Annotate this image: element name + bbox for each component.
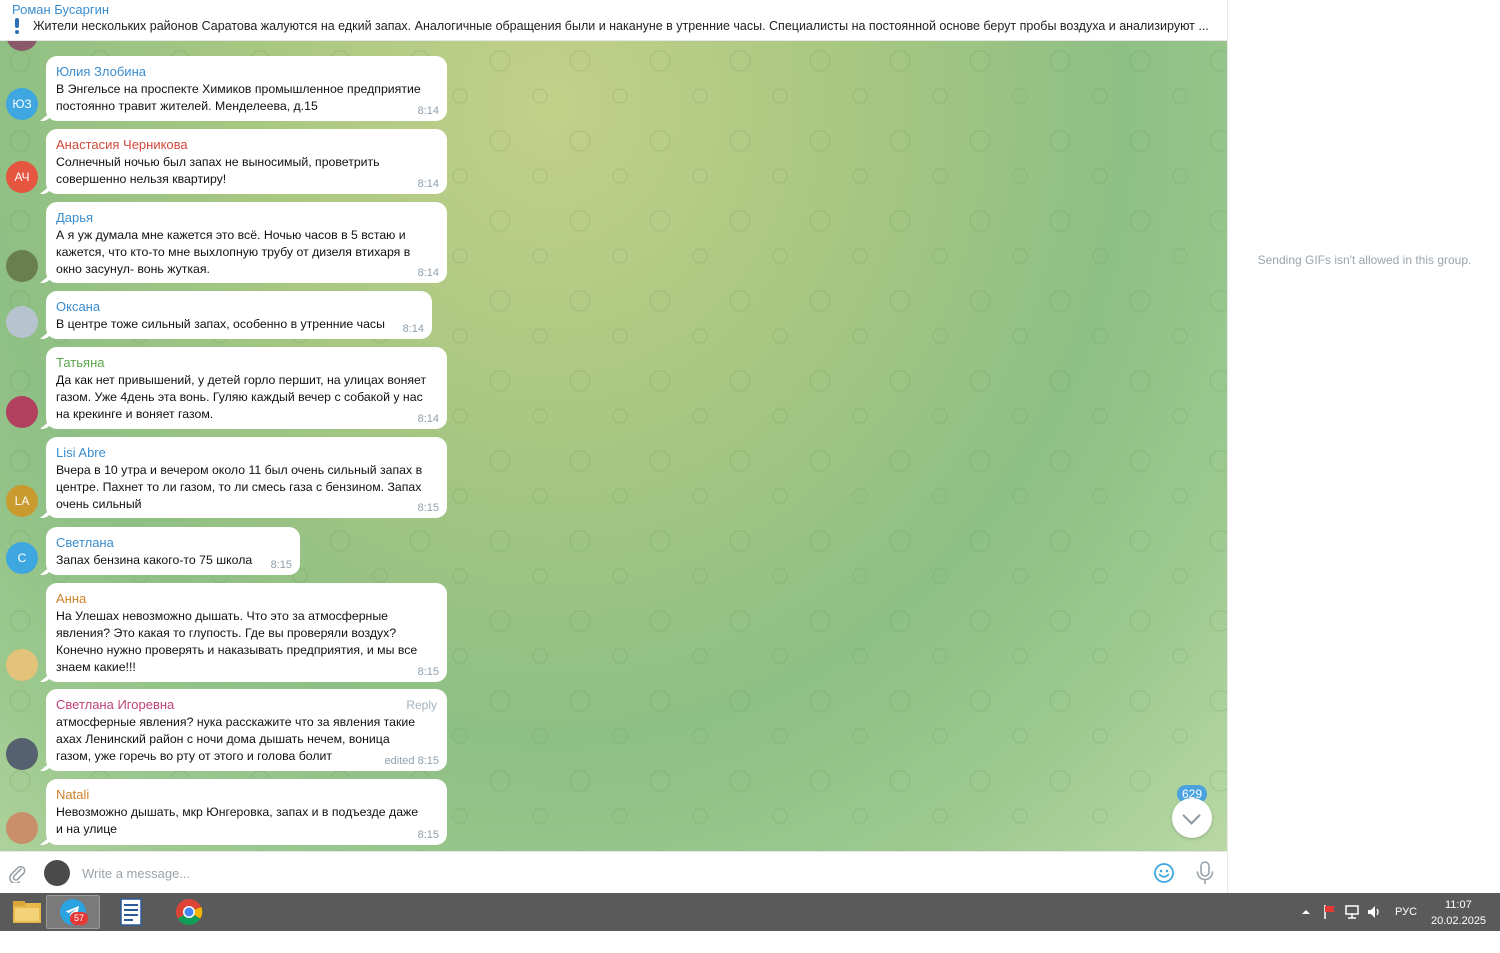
folder-icon bbox=[13, 901, 41, 923]
message-time: 8:14 bbox=[402, 323, 424, 335]
message-bubble[interactable]: Дарья А я уж думала мне кажется это всё. … bbox=[40, 202, 447, 283]
message-text-line: Запах бензина какого-то 75 школа bbox=[56, 553, 253, 567]
message-author[interactable]: Юлия Злобина bbox=[56, 64, 146, 79]
message-text-line: А я уж думала мне кажется это всё. Ночью… bbox=[56, 228, 406, 242]
message-time: edited 8:15 bbox=[384, 755, 439, 767]
windows-taskbar bbox=[0, 893, 1500, 931]
message-bubble[interactable]: Светлана Запах бензина какого-то 75 школа… bbox=[40, 527, 300, 575]
message-text-line: газом. Уже 4день эта вонь. Гуляю каждый … bbox=[56, 390, 423, 404]
message-author[interactable]: Татьяна bbox=[56, 355, 104, 370]
message-author[interactable]: Дарья bbox=[56, 210, 93, 225]
action-center-flag-icon[interactable] bbox=[1322, 904, 1338, 920]
send-as-avatar[interactable] bbox=[44, 860, 70, 886]
message-time: 8:15 bbox=[417, 666, 439, 678]
sender-avatar[interactable]: ЮЗ bbox=[6, 88, 38, 120]
keyboard-language[interactable]: РУС bbox=[1395, 906, 1417, 944]
message-time: 8:14 bbox=[417, 413, 439, 425]
message-time: 8:14 bbox=[417, 105, 439, 117]
message-time: 8:15 bbox=[417, 829, 439, 841]
scroll-down-button[interactable] bbox=[1172, 798, 1212, 838]
message-author[interactable]: Natali bbox=[56, 787, 89, 802]
message-text-line: знаем какие!!! bbox=[56, 660, 136, 674]
sender-avatar[interactable]: LA bbox=[6, 485, 38, 517]
message-author[interactable]: Светлана bbox=[56, 535, 114, 550]
sender-avatar[interactable]: С bbox=[6, 542, 38, 574]
message-bubble[interactable]: Юлия Злобина В Энгельсе на проспекте Хими… bbox=[40, 56, 447, 121]
message-text-line: явления? Это какая то глупость. Где вы п… bbox=[56, 626, 397, 640]
message-text-line: ахах Ленинский район с ночи дома дышать … bbox=[56, 732, 390, 746]
message-text-line: постоянно травит жителей. Менделеева, д.… bbox=[56, 99, 318, 113]
chat-area[interactable]: Юлия Злобина В Энгельсе на проспекте Хими… bbox=[0, 41, 1227, 851]
message-bubble[interactable]: Анастасия Черникова Солнечный ночью был з… bbox=[40, 129, 447, 194]
sender-avatar[interactable] bbox=[6, 812, 38, 844]
message-input[interactable] bbox=[82, 862, 1122, 884]
message-text-line: на крекинге и воняет газом. bbox=[56, 407, 214, 421]
message-author[interactable]: Lisi Abre bbox=[56, 445, 106, 460]
emoji-icon[interactable] bbox=[1153, 862, 1175, 884]
message-time: 8:14 bbox=[417, 178, 439, 190]
message-author[interactable]: Анастасия Черникова bbox=[56, 137, 188, 152]
exclamation-icon bbox=[14, 18, 20, 34]
message-text-line: В центре тоже сильный запах, особенно в … bbox=[56, 317, 385, 331]
message-bubble[interactable]: Светлана Игоревна Reply атмосферные явлени… bbox=[40, 689, 447, 771]
gif-restriction-note: Sending GIFs isn't allowed in this group… bbox=[1257, 253, 1472, 267]
reply-button[interactable]: Reply bbox=[406, 698, 437, 712]
microphone-icon[interactable] bbox=[1195, 861, 1215, 885]
message-text-line: Конечно нужно проверять и наказывать пре… bbox=[56, 643, 418, 657]
sender-avatar[interactable] bbox=[6, 250, 38, 282]
tray-expand-icon[interactable] bbox=[1301, 907, 1311, 917]
right-panel: Sending GIFs isn't allowed in this group… bbox=[1227, 0, 1500, 893]
sender-avatar[interactable] bbox=[6, 649, 38, 681]
telegram-unread-badge: 57 bbox=[70, 912, 88, 925]
message-text-line: газом, уже горечь во рту от этого и голо… bbox=[56, 749, 333, 763]
message-text-line: совершенно нельзя квартиру! bbox=[56, 172, 227, 186]
message-time: 8:14 bbox=[417, 267, 439, 279]
taskbar-chrome[interactable] bbox=[162, 895, 216, 929]
pinned-text: Жители нескольких районов Саратова жалую… bbox=[33, 19, 1209, 33]
message-text-line: центре. Пахнет то ли газом, то ли смесь … bbox=[56, 480, 422, 494]
message-text-line: окно засунул- вонь жуткая. bbox=[56, 262, 210, 276]
message-text-line: Вчера в 10 утра и вечером около 11 был о… bbox=[56, 463, 423, 477]
message-text-line: На Улешах невозможно дышать. Что это за … bbox=[56, 609, 389, 623]
message-bubble[interactable]: Natali Невозможно дышать, мкр Юнгеровка, … bbox=[40, 779, 447, 845]
message-author[interactable]: Светлана Игоревна bbox=[56, 697, 174, 712]
message-time: 8:15 bbox=[270, 559, 292, 571]
message-text-line: В Энгельсе на проспекте Химиков промышле… bbox=[56, 82, 421, 96]
message-author[interactable]: Оксана bbox=[56, 299, 100, 314]
network-icon[interactable] bbox=[1344, 904, 1360, 920]
pinned-message-bar[interactable]: Роман Бусаргин Жители нескольких районов… bbox=[0, 0, 1227, 41]
taskbar-document[interactable] bbox=[104, 895, 158, 929]
message-text-line: и на улице bbox=[56, 822, 117, 836]
telegram-window: Роман Бусаргин Жители нескольких районов… bbox=[0, 0, 1500, 893]
message-text-line: кажется, что кто-то мне выхлопную трубу … bbox=[56, 245, 411, 259]
message-author[interactable]: Анна bbox=[56, 591, 86, 606]
sender-avatar[interactable] bbox=[6, 306, 38, 338]
message-time: 8:15 bbox=[417, 502, 439, 514]
sender-avatar[interactable]: АЧ bbox=[6, 161, 38, 193]
clock-date[interactable]: 20.02.2025 bbox=[1431, 915, 1486, 953]
message-bubble[interactable]: Lisi Abre Вчера в 10 утра и вечером около… bbox=[40, 437, 447, 518]
chevron-down-icon bbox=[1182, 806, 1201, 825]
sender-avatar[interactable] bbox=[6, 396, 38, 428]
sender-avatar[interactable] bbox=[6, 738, 38, 770]
message-text-line: Да как нет привышений, у детей горло пер… bbox=[56, 373, 427, 387]
attach-icon[interactable] bbox=[8, 863, 26, 883]
message-text-line: атмосферные явления? нука расскажите что… bbox=[56, 715, 416, 729]
message-text-line: очень сильный bbox=[56, 497, 142, 511]
message-text-line: Невозможно дышать, мкр Юнгеровка, запах … bbox=[56, 805, 419, 819]
message-bubble[interactable]: Татьяна Да как нет привышений, у детей го… bbox=[40, 347, 447, 429]
message-bubble[interactable]: Анна На Улешах невозможно дышать. Что это… bbox=[40, 583, 447, 682]
chrome-icon bbox=[176, 899, 203, 926]
message-bubble[interactable]: Оксана В центре тоже сильный запах, особе… bbox=[40, 291, 432, 339]
pinned-author: Роман Бусаргин bbox=[12, 2, 110, 17]
volume-icon[interactable] bbox=[1366, 904, 1382, 920]
message-composer bbox=[0, 851, 1227, 893]
document-icon bbox=[120, 898, 142, 926]
message-text-line: Солнечный ночью был запах не выносимый, … bbox=[56, 155, 380, 169]
